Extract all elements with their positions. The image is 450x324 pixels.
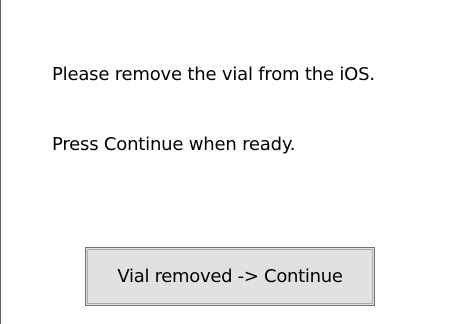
dialog-window: Please remove the vial from the iOS. Pre… bbox=[0, 0, 450, 324]
prompt-text: Press Continue when ready. bbox=[52, 134, 296, 155]
instruction-text: Please remove the vial from the iOS. bbox=[52, 64, 375, 85]
continue-button[interactable]: Vial removed -> Continue bbox=[85, 247, 375, 306]
